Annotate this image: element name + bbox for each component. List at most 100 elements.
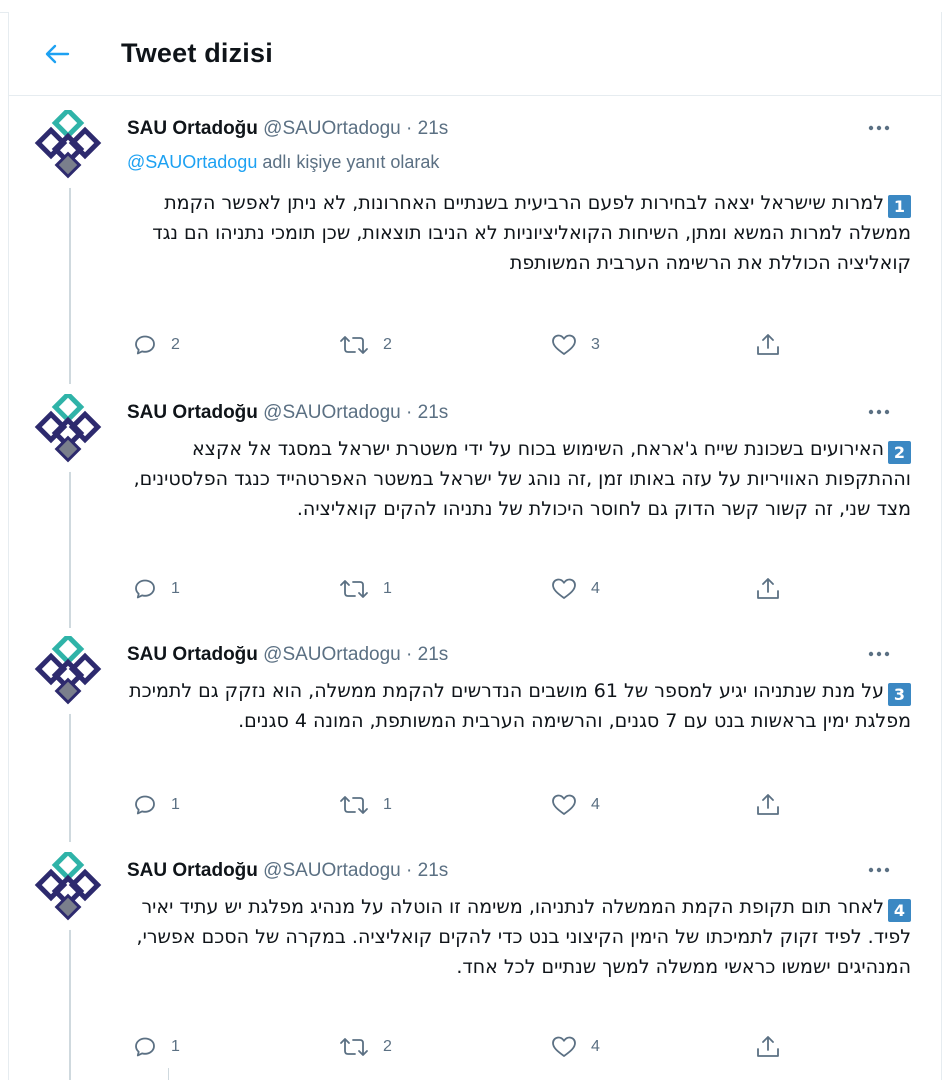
reply-count: 1 <box>171 1038 180 1055</box>
speech-bubble-icon <box>135 579 155 599</box>
tweet-text-content: על מנת שנתניהו יגיע למספר של 61 מושבים ה… <box>129 680 911 732</box>
tweet-text: 4לאחר תום תקופת הקמת הממשלה לנתניהו, משי… <box>127 892 911 982</box>
reply-button[interactable]: 1 <box>133 574 180 604</box>
tweet-actions: 2 2 3 <box>133 330 793 360</box>
tweet-4[interactable]: SAU Ortadoğu @SAUOrtadogu · 21s 4לאחר תו… <box>9 846 941 1080</box>
tweet-meta: SAU Ortadoğu @SAUOrtadogu · 21s <box>127 644 448 666</box>
sau-logo-icon <box>34 636 102 705</box>
number-badge: 4 <box>888 899 911 922</box>
retweet-count: 1 <box>383 796 392 813</box>
more-horizontal-icon <box>868 409 890 415</box>
reply-count: 1 <box>171 580 180 597</box>
tweet-1[interactable]: SAU Ortadoğu @SAUOrtadogu · 21s @SAUOrta… <box>9 104 941 388</box>
like-button[interactable]: 4 <box>551 574 600 604</box>
author-name[interactable]: SAU Ortadoğu <box>127 402 258 423</box>
share-button[interactable] <box>755 1032 781 1062</box>
tweet-meta: SAU Ortadoğu @SAUOrtadogu · 21s <box>127 860 448 882</box>
speech-bubble-icon <box>135 335 155 355</box>
tweet-actions: 1 2 4 <box>133 1032 793 1062</box>
meta-separator: · <box>406 402 413 423</box>
arrow-left-icon <box>45 44 70 64</box>
author-handle[interactable]: @SAUOrtadogu <box>263 644 401 665</box>
number-badge: 3 <box>888 683 911 706</box>
share-upload-icon <box>757 578 779 599</box>
more-horizontal-icon <box>868 867 890 873</box>
avatar[interactable] <box>29 634 109 714</box>
more-options-button[interactable] <box>861 394 897 430</box>
retweet-arrows-icon <box>340 580 368 598</box>
like-button[interactable]: 4 <box>551 1032 600 1062</box>
retweet-count: 2 <box>383 336 392 353</box>
tweet-2[interactable]: SAU Ortadoğu @SAUOrtadogu · 21s 2האירועי… <box>9 388 941 630</box>
like-button[interactable]: 4 <box>551 790 600 820</box>
tweet-time[interactable]: 21s <box>418 118 449 139</box>
reply-button[interactable]: 1 <box>133 1032 180 1062</box>
author-handle[interactable]: @SAUOrtadogu <box>263 402 401 423</box>
divider <box>168 1068 169 1080</box>
tweet-meta: SAU Ortadoğu @SAUOrtadogu · 21s <box>127 402 448 424</box>
share-button[interactable] <box>755 574 781 604</box>
avatar[interactable] <box>29 850 109 930</box>
more-options-button[interactable] <box>861 110 897 146</box>
reply-mention-link[interactable]: @SAUOrtadogu <box>127 152 257 172</box>
reply-count: 1 <box>171 796 180 813</box>
share-upload-icon <box>757 1036 779 1057</box>
author-name[interactable]: SAU Ortadoğu <box>127 118 258 139</box>
number-badge: 1 <box>888 195 911 218</box>
tweet-text: 1למרות שישראל יצאה לבחירות לפעם הרביעית … <box>127 188 911 278</box>
author-name[interactable]: SAU Ortadoğu <box>127 860 258 881</box>
tweet-time[interactable]: 21s <box>418 644 449 665</box>
tweet-text-content: לאחר תום תקופת הקמת הממשלה לנתניהו, משימ… <box>136 896 911 978</box>
retweet-count: 2 <box>383 1038 392 1055</box>
tweet-3[interactable]: SAU Ortadoğu @SAUOrtadogu · 21s 3על מנת … <box>9 630 941 848</box>
avatar[interactable] <box>29 392 109 472</box>
author-name[interactable]: SAU Ortadoğu <box>127 644 258 665</box>
heart-icon <box>552 794 576 815</box>
heart-icon <box>552 334 576 355</box>
reply-context-text: adlı kişiye yanıt olarak <box>257 152 440 172</box>
share-upload-icon <box>757 794 779 815</box>
avatar[interactable] <box>29 108 109 188</box>
author-handle[interactable]: @SAUOrtadogu <box>263 860 401 881</box>
more-horizontal-icon <box>868 125 890 131</box>
tweet-text: 2האירועים בשכונת שייח ג'אראח, השימוש בכו… <box>127 434 911 524</box>
more-options-button[interactable] <box>861 852 897 888</box>
sau-logo-icon <box>34 394 102 463</box>
meta-separator: · <box>406 644 413 665</box>
reply-button[interactable]: 1 <box>133 790 180 820</box>
like-count: 4 <box>591 580 600 597</box>
more-horizontal-icon <box>868 651 890 657</box>
tweet-text-content: האירועים בשכונת שייח ג'אראח, השימוש בכוח… <box>133 438 911 520</box>
sau-logo-icon <box>34 852 102 921</box>
share-button[interactable] <box>755 790 781 820</box>
thread-panel: Tweet dizisi SAU Ortadoğu @SAUOrtadogu ·… <box>8 12 942 1080</box>
tweet-actions: 1 1 4 <box>133 790 793 820</box>
like-button[interactable]: 3 <box>551 330 600 360</box>
retweet-button[interactable]: 2 <box>339 1032 392 1062</box>
thread-header: Tweet dizisi <box>9 12 941 96</box>
retweet-count: 1 <box>383 580 392 597</box>
reply-count: 2 <box>171 336 180 353</box>
tweet-time[interactable]: 21s <box>418 860 449 881</box>
share-button[interactable] <box>755 330 781 360</box>
speech-bubble-icon <box>135 795 155 815</box>
retweet-arrows-icon <box>340 1038 368 1056</box>
back-button[interactable] <box>39 36 75 72</box>
tweet-text-content: למרות שישראל יצאה לבחירות לפעם הרביעית ב… <box>152 192 911 274</box>
retweet-button[interactable]: 1 <box>339 790 392 820</box>
share-upload-icon <box>757 334 779 355</box>
speech-bubble-icon <box>135 1037 155 1057</box>
reply-button[interactable]: 2 <box>133 330 180 360</box>
heart-icon <box>552 578 576 599</box>
tweet-text: 3על מנת שנתניהו יגיע למספר של 61 מושבים … <box>127 676 911 736</box>
meta-separator: · <box>406 118 413 139</box>
more-options-button[interactable] <box>861 636 897 672</box>
meta-separator: · <box>406 860 413 881</box>
retweet-button[interactable]: 2 <box>339 330 392 360</box>
tweet-time[interactable]: 21s <box>418 402 449 423</box>
like-count: 4 <box>591 1038 600 1055</box>
page-title: Tweet dizisi <box>121 38 273 68</box>
like-count: 3 <box>591 336 600 353</box>
retweet-button[interactable]: 1 <box>339 574 392 604</box>
author-handle[interactable]: @SAUOrtadogu <box>263 118 401 139</box>
